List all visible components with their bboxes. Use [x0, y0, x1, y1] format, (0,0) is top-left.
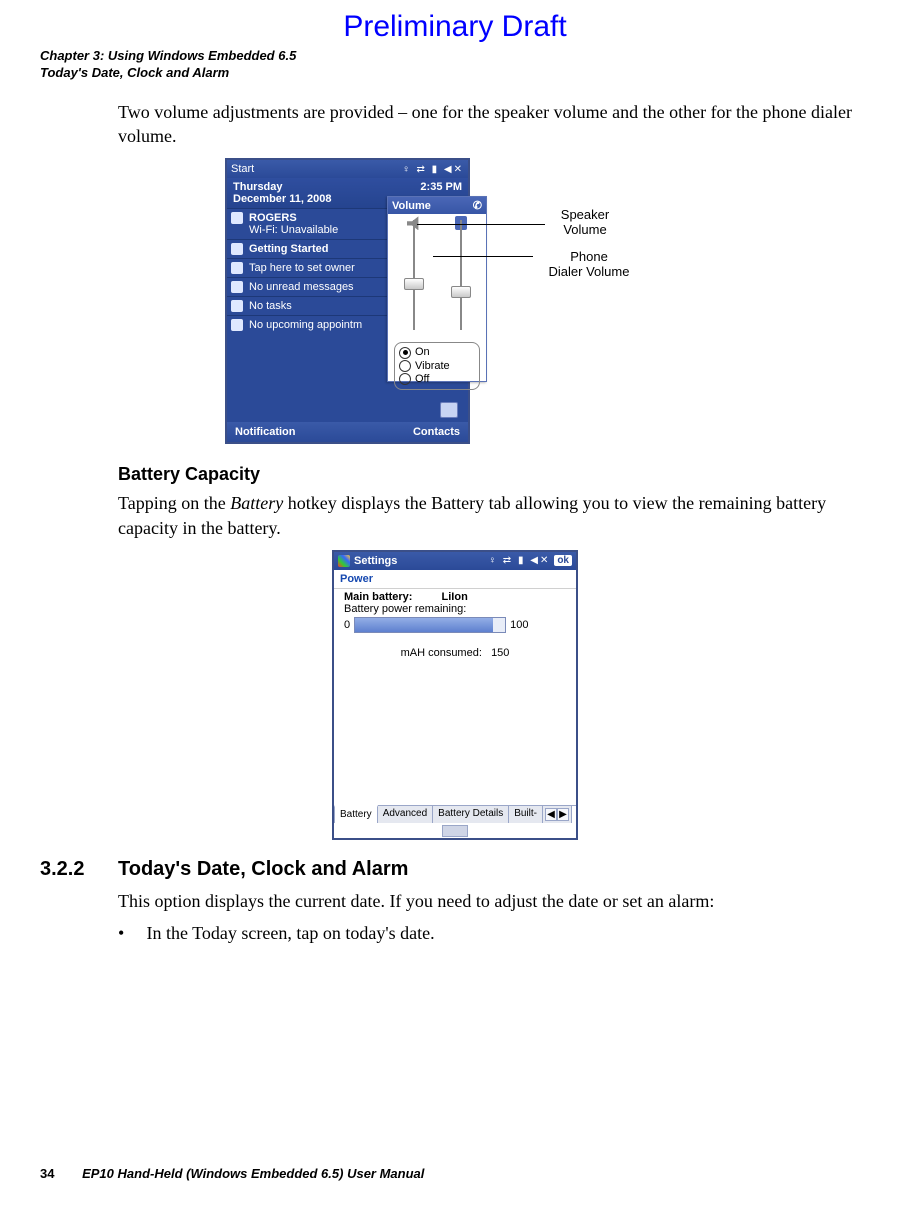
phone-today-screen: Start ♀ ⇄ ▮ ◀✕ Thursday December 11, 200… [225, 158, 470, 444]
phone-volume-icon: ✆ [473, 199, 482, 212]
batt-p-em: Battery [230, 493, 283, 513]
callout-dialer-l1: Phone [533, 250, 645, 265]
page-number: 34 [40, 1166, 54, 1181]
ok-button[interactable]: ok [554, 555, 572, 566]
tab-scroll[interactable]: ◀▶ [542, 805, 572, 823]
signal-icon [231, 212, 243, 224]
dialer-slider-thumb[interactable] [451, 286, 471, 298]
phone-power-screen: Settings ♀ ⇄ ▮ ◀✕ ok Power Main battery:… [332, 550, 578, 840]
battery-subheading: Battery Capacity [118, 464, 870, 485]
wifi-label: Wi-Fi: Unavailable [249, 224, 338, 236]
running-header: Chapter 3: Using Windows Embedded 6.5 To… [40, 48, 870, 82]
ringer-on-label: On [415, 346, 430, 359]
ringer-on[interactable]: On [399, 346, 475, 359]
ringer-mode-group: On Vibrate Off [394, 342, 480, 390]
section-3-2-2: 3.2.2 Today's Date, Clock and Alarm [40, 858, 870, 881]
owner-icon [231, 262, 243, 274]
figure-volume: Start ♀ ⇄ ▮ ◀✕ Thursday December 11, 200… [205, 158, 705, 448]
manual-title: EP10 Hand-Held (Windows Embedded 6.5) Us… [82, 1166, 424, 1181]
battery-progress-row: 0 100 [344, 617, 566, 633]
bullet-bold: today's date [345, 923, 430, 943]
callout-dialer-l2: Dialer Volume [533, 265, 645, 280]
figure-power: Settings ♀ ⇄ ▮ ◀✕ ok Power Main battery:… [332, 550, 578, 840]
rogers-label: ROGERS [249, 212, 297, 224]
speaker-slider-thumb[interactable] [404, 278, 424, 290]
power-panel-title: Power [334, 570, 576, 589]
tasks-label: No tasks [249, 300, 292, 312]
settings-label: Settings [354, 555, 397, 567]
dialer-volume-slider[interactable] [444, 220, 478, 330]
batt-p-pre: Tapping on the [118, 493, 230, 513]
ringer-off[interactable]: Off [399, 373, 475, 386]
calendar-icon [231, 319, 243, 331]
settings-topbar: Settings ♀ ⇄ ▮ ◀✕ ok [334, 552, 576, 570]
volume-title: Volume [392, 200, 431, 212]
mah-label: mAH consumed: [401, 647, 482, 659]
tab-battery[interactable]: Battery [334, 805, 378, 823]
softkey-right[interactable]: Contacts [413, 426, 460, 438]
main-battery-label: Main battery: [344, 591, 412, 603]
status-icons: ♀ ⇄ ▮ ◀✕ [402, 164, 464, 175]
chapter-line: Chapter 3: Using Windows Embedded 6.5 [40, 48, 870, 65]
ringer-off-label: Off [415, 373, 429, 386]
speaker-volume-slider[interactable] [397, 220, 431, 330]
callout-speaker-volume: Speaker Volume [545, 208, 625, 238]
main-battery-row: Main battery: LiIon [344, 591, 566, 603]
owner-label: Tap here to set owner [249, 262, 355, 274]
callout-speaker-l2: Volume [545, 223, 625, 238]
tray-icon[interactable] [440, 402, 458, 418]
bullet-pre: In the [147, 923, 193, 943]
appts-label: No upcoming appointm [249, 319, 362, 331]
power-tabs: Battery Advanced Battery Details Built- … [334, 805, 576, 824]
page-footer: 34 EP10 Hand-Held (Windows Embedded 6.5)… [40, 1166, 424, 1181]
mail-icon [231, 281, 243, 293]
main-battery-type: LiIon [442, 591, 468, 603]
preliminary-draft-banner: Preliminary Draft [40, 10, 870, 44]
flag-icon [231, 243, 243, 255]
windows-flag-icon[interactable] [338, 555, 350, 567]
softkey-left[interactable]: Notification [235, 426, 296, 438]
getting-started-label: Getting Started [249, 243, 328, 255]
today-bullet: In the Today screen, tap on today's date… [118, 923, 870, 944]
remaining-label: Battery power remaining: [344, 603, 566, 615]
volume-paragraph: Two volume adjustments are provided – on… [118, 100, 870, 149]
messages-label: No unread messages [249, 281, 354, 293]
mah-row: mAH consumed: 150 [344, 647, 566, 659]
status-icons-2: ♀ ⇄ ▮ ◀✕ [489, 555, 551, 566]
start-label[interactable]: Start [231, 163, 254, 175]
ringer-vibrate[interactable]: Vibrate [399, 360, 475, 373]
tab-advanced[interactable]: Advanced [377, 805, 433, 823]
progress-hundred: 100 [510, 619, 528, 631]
section-line: Today's Date, Clock and Alarm [40, 65, 870, 82]
ringer-vibrate-label: Vibrate [415, 360, 450, 373]
clock-time: 2:35 PM [420, 181, 462, 193]
bullet-em: Today [192, 923, 237, 943]
tasks-icon [231, 300, 243, 312]
today-paragraph: This option displays the current date. I… [118, 889, 870, 913]
battery-paragraph: Tapping on the Battery hotkey displays t… [118, 491, 870, 540]
section-number: 3.2.2 [40, 858, 118, 881]
progress-zero: 0 [344, 619, 350, 631]
bullet-end: . [430, 923, 435, 943]
battery-progress-bar [354, 617, 506, 633]
section-title: Today's Date, Clock and Alarm [118, 858, 408, 881]
tab-builtin[interactable]: Built- [508, 805, 543, 823]
tab-battery-details[interactable]: Battery Details [432, 805, 509, 823]
phone-topbar: Start ♀ ⇄ ▮ ◀✕ [227, 160, 468, 178]
mah-value: 150 [491, 647, 509, 659]
callout-dialer-volume: Phone Dialer Volume [533, 250, 645, 280]
callout-speaker-l1: Speaker [545, 208, 625, 223]
sip-keyboard-icon[interactable] [442, 825, 468, 837]
bullet-mid: screen, tap on [237, 923, 345, 943]
softkey-bar: Notification Contacts [227, 422, 468, 442]
